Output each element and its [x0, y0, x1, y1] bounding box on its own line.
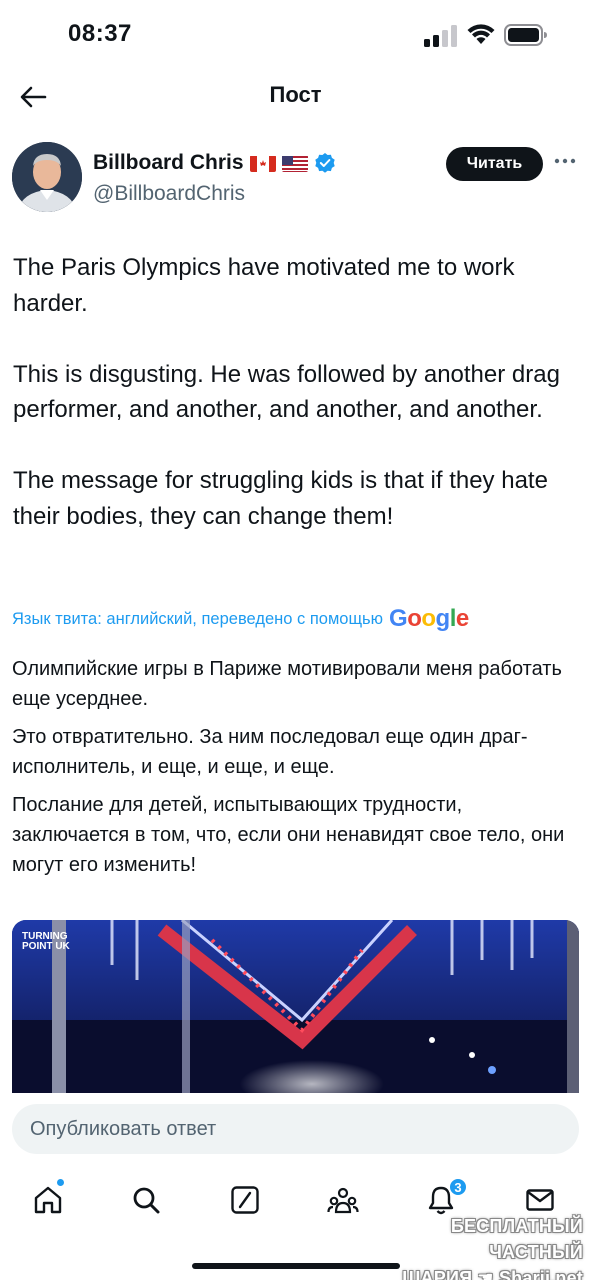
- messages-icon[interactable]: [524, 1184, 556, 1216]
- home-icon[interactable]: [32, 1184, 64, 1216]
- author-name[interactable]: Billboard Chris: [93, 151, 244, 175]
- home-indicator[interactable]: [192, 1263, 400, 1269]
- status-time: 08:37: [68, 20, 132, 47]
- author-name-row[interactable]: Billboard Chris: [93, 151, 336, 175]
- follow-button[interactable]: Читать: [446, 147, 543, 181]
- tweet-author: Billboard Chris @BillboardChris Читать: [0, 140, 591, 220]
- tweet-paragraph: The Paris Olympics have motivated me to …: [13, 254, 515, 317]
- more-options-icon[interactable]: [554, 156, 576, 166]
- usa-flag-icon: [281, 155, 308, 172]
- google-logo: Google: [389, 605, 469, 632]
- status-bar: 08:37: [0, 0, 591, 70]
- reply-bar: Опубликовать ответ: [0, 1093, 591, 1168]
- tweet-text: The Paris Olympics have motivated me to …: [13, 250, 579, 534]
- watermark-site: Sharij.net: [498, 1268, 583, 1280]
- watermark-line: БЕСПЛАТНЫЙ ЧАСТНЫЙ: [450, 1216, 583, 1262]
- translated-paragraph: Послание для детей, испытывающих труднос…: [12, 794, 565, 876]
- site-watermark: БЕСПЛАТНЫЙ ЧАСТНЫЙ ШАРИЯ ☚ Sharij.net: [355, 1213, 583, 1280]
- translated-paragraph: Это отвратительно. За ним последовал еще…: [12, 726, 528, 778]
- tweet-media[interactable]: TURNING POINT UK: [12, 920, 579, 1095]
- media-watermark-logo: TURNING POINT UK: [22, 931, 70, 952]
- translation-attribution[interactable]: Язык твита: английский, переведено с пом…: [12, 604, 582, 634]
- watermark-word: ШАРИЯ: [402, 1268, 473, 1280]
- search-icon[interactable]: [130, 1184, 162, 1216]
- translated-text: Олимпийские игры в Париже мотивировали м…: [12, 654, 584, 888]
- avatar[interactable]: [12, 142, 82, 212]
- wifi-icon: [467, 24, 495, 44]
- signal-icon: [424, 25, 457, 47]
- canada-flag-icon: [249, 155, 276, 172]
- communities-icon[interactable]: [327, 1184, 359, 1216]
- home-unread-dot: [57, 1179, 64, 1186]
- translation-label[interactable]: Язык твита: английский, переведено с пом…: [12, 610, 383, 629]
- page-title: Пост: [269, 82, 322, 107]
- verified-badge-icon: [314, 153, 335, 173]
- tweet-paragraph: The message for struggling kids is that …: [13, 467, 548, 530]
- notifications-badge: 3: [448, 1177, 468, 1197]
- reply-input[interactable]: Опубликовать ответ: [12, 1104, 579, 1154]
- author-handle[interactable]: @BillboardChris: [93, 182, 245, 206]
- pointing-hand-icon: ☚: [477, 1268, 494, 1280]
- tweet-paragraph: This is disgusting. He was followed by a…: [13, 360, 560, 424]
- header: Пост: [0, 70, 591, 124]
- translated-paragraph: Олимпийские игры в Париже мотивировали м…: [12, 658, 562, 710]
- battery-icon: [504, 24, 547, 46]
- grok-icon[interactable]: [229, 1184, 261, 1216]
